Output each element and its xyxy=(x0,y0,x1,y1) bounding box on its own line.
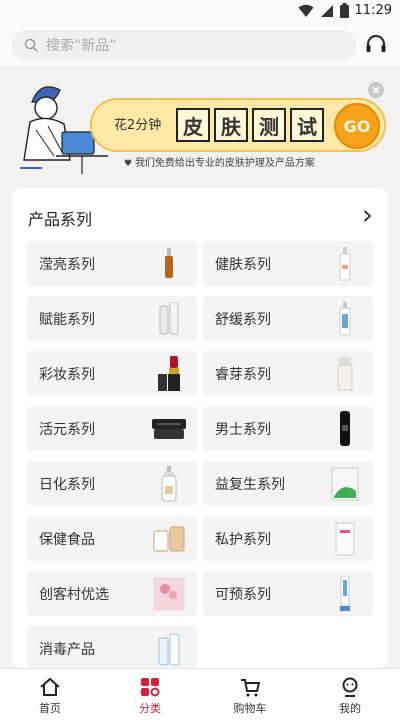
tab-cart[interactable]: 购物车 xyxy=(200,669,300,720)
supplement-bottles-icon xyxy=(151,520,187,557)
search-icon xyxy=(24,38,38,52)
cart-icon xyxy=(241,679,261,697)
tab-label: 购物车 xyxy=(233,702,267,715)
banner-pretext: 花2分钟 xyxy=(114,118,162,133)
skin-test-banner[interactable]: 花2分钟 皮 肤 测 试 GO ♥ 我们免费给出专业的皮肤护理及产品方案 xyxy=(12,76,388,176)
blue-label-bottle-icon xyxy=(327,300,363,337)
series-tile[interactable]: 益复生系列 xyxy=(203,461,373,506)
status-time: 11:29 xyxy=(354,3,392,18)
series-tile[interactable]: 消毒产品 xyxy=(27,626,197,671)
series-tile[interactable]: 保健食品 xyxy=(27,516,197,561)
go-button[interactable]: GO xyxy=(334,103,380,149)
ampoule-bottle-icon xyxy=(151,245,187,282)
series-label: 私护系列 xyxy=(215,532,271,548)
series-label: 日化系列 xyxy=(39,477,95,493)
banner-word-3: 测 xyxy=(252,108,286,142)
slim-bottle-icon xyxy=(327,245,363,282)
status-icons: 11:29 xyxy=(298,3,392,18)
series-tile[interactable]: 活元系列 xyxy=(27,406,197,451)
series-label: 睿芽系列 xyxy=(215,367,271,383)
series-tile[interactable]: 可预系列 xyxy=(203,571,373,616)
tab-category[interactable]: 分类 xyxy=(100,669,200,720)
lipstick-icon xyxy=(151,355,187,392)
tab-label: 分类 xyxy=(139,702,161,715)
search-input[interactable]: 搜索“新品” xyxy=(12,30,356,60)
customer-service-icon[interactable] xyxy=(364,33,388,57)
pump-bottle-icon xyxy=(151,465,187,502)
spray-bottles-icon xyxy=(151,630,187,667)
series-tile[interactable]: 健肤系列 xyxy=(203,241,373,286)
series-tile[interactable]: 睿芽系列 xyxy=(203,351,373,396)
series-label: 可预系列 xyxy=(215,587,271,603)
series-tile[interactable]: 创客村优选 xyxy=(27,571,197,616)
wifi-icon xyxy=(298,4,314,17)
tab-home[interactable]: 首页 xyxy=(0,669,100,720)
search-placeholder: 搜索“新品” xyxy=(46,38,117,54)
banner-subtext-label: 我们免费给出专业的皮肤护理及产品方案 xyxy=(134,158,315,169)
series-label: 赋能系列 xyxy=(39,312,95,328)
series-label: 创客村优选 xyxy=(39,587,109,603)
banner-subtext: ♥ 我们免费给出专业的皮肤护理及产品方案 xyxy=(124,154,315,169)
product-series-card: 产品系列 滢亮系列 健肤系列 赋能系列 舒缓系列 彩妆系列 睿芽系列 活元系列 … xyxy=(12,188,388,671)
series-label: 舒缓系列 xyxy=(215,312,271,328)
series-label: 保健食品 xyxy=(39,532,95,548)
tube-bottle-icon xyxy=(327,355,363,392)
tab-label: 我的 xyxy=(339,702,361,715)
series-label: 消毒产品 xyxy=(39,642,95,658)
signal-icon xyxy=(320,4,333,17)
banner-pill: 花2分钟 皮 肤 测 试 GO xyxy=(90,98,386,152)
category-icon xyxy=(141,678,160,697)
banner-word-4: 试 xyxy=(290,108,324,142)
banner-word-2: 肤 xyxy=(214,108,248,142)
series-tile[interactable]: 私护系列 xyxy=(203,516,373,561)
series-label: 活元系列 xyxy=(39,422,95,438)
series-label: 益复生系列 xyxy=(215,477,285,493)
series-tile[interactable]: 赋能系列 xyxy=(27,296,197,341)
banner-word-1: 皮 xyxy=(176,108,210,142)
series-label: 滢亮系列 xyxy=(39,257,95,273)
bottom-tab-bar: 首页 分类 购物车 我的 xyxy=(0,668,400,720)
series-tile[interactable]: 舒缓系列 xyxy=(203,296,373,341)
cream-jar-icon xyxy=(151,410,187,447)
section-title: 产品系列 xyxy=(28,210,93,229)
black-bottle-icon xyxy=(327,410,363,447)
care-box-icon xyxy=(327,520,363,557)
heart-icon: ♥ xyxy=(124,159,135,169)
series-tile[interactable]: 男士系列 xyxy=(203,406,373,451)
chevron-right-icon[interactable] xyxy=(363,210,372,222)
blue-tube-icon xyxy=(327,575,363,612)
series-label: 健肤系列 xyxy=(215,257,271,273)
home-icon xyxy=(40,677,60,696)
series-tile[interactable]: 彩妆系列 xyxy=(27,351,197,396)
tab-profile[interactable]: 我的 xyxy=(300,669,400,720)
series-tile[interactable]: 滢亮系列 xyxy=(27,241,197,286)
series-label: 男士系列 xyxy=(215,422,271,438)
green-box-icon xyxy=(327,465,363,502)
product-box-icon xyxy=(151,575,187,612)
series-tile[interactable]: 日化系列 xyxy=(27,461,197,506)
serum-bottles-icon xyxy=(151,300,187,337)
close-icon[interactable] xyxy=(368,82,384,98)
profile-icon xyxy=(342,677,358,697)
search-row: 搜索“新品” xyxy=(0,24,400,66)
battery-icon xyxy=(339,3,349,18)
tab-label: 首页 xyxy=(39,702,61,715)
status-bar: 11:29 xyxy=(0,0,400,24)
series-label: 彩妆系列 xyxy=(39,367,95,383)
